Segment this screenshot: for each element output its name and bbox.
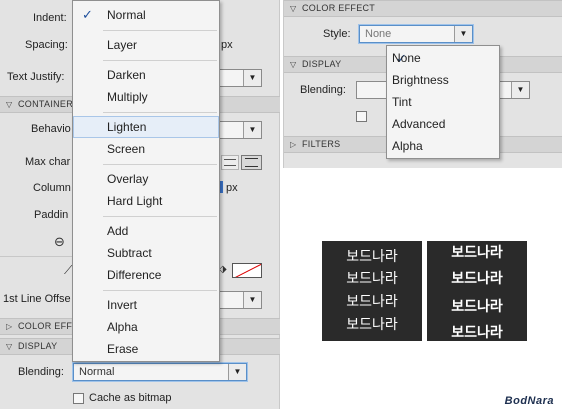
sample-text: 보드나라 <box>451 298 503 314</box>
effect-item-advanced[interactable]: Advanced <box>392 117 445 131</box>
color-effect-section-header[interactable]: ▽ COLOR EFFECT <box>284 0 562 17</box>
link-icon[interactable]: ⊖ <box>54 234 65 250</box>
menu-item-darken[interactable]: Darken <box>73 64 219 86</box>
sample-text: 보드나라 <box>346 293 398 309</box>
menu-item-difference[interactable]: Difference <box>73 264 219 286</box>
menu-separator <box>103 30 217 31</box>
sample-text: 보드나라 <box>346 248 398 264</box>
triangle-down-icon: ▽ <box>290 60 297 69</box>
triangle-down-icon: ▽ <box>6 100 13 109</box>
style-dropdown[interactable]: None ▼ <box>359 25 473 43</box>
effect-item-tint[interactable]: Tint <box>392 95 412 109</box>
first-line-offset-dropdown[interactable]: ▼ <box>218 291 262 309</box>
blending-value: Normal <box>79 366 115 378</box>
indent-label: Indent: <box>33 12 67 24</box>
chevron-down-icon: ▼ <box>243 292 261 308</box>
menu-item-multiply[interactable]: Multiply <box>73 86 219 108</box>
align-lines-button[interactable] <box>241 155 262 170</box>
sample-text: 보드나라 <box>451 244 503 260</box>
behavior-dropdown[interactable]: ▼ <box>218 121 262 139</box>
menu-item-erase[interactable]: Erase <box>73 338 219 360</box>
chevron-down-icon: ▼ <box>228 364 246 380</box>
style-label: Style: <box>323 28 351 40</box>
spacing-label: Spacing: <box>25 39 68 51</box>
effect-item-brightness[interactable]: Brightness <box>392 73 449 87</box>
menu-item-screen[interactable]: Screen <box>73 138 219 160</box>
columns-unit: px <box>226 182 238 194</box>
menu-item-layer[interactable]: Layer <box>73 34 219 56</box>
max-chars-label: Max char <box>25 156 71 168</box>
blending-label: Blending: <box>300 84 346 96</box>
menu-item-lighten[interactable]: Lighten <box>73 116 219 138</box>
menu-item-subtract[interactable]: Subtract <box>73 242 219 264</box>
menu-item-invert[interactable]: Invert <box>73 294 219 316</box>
triangle-right-icon: ▷ <box>290 140 297 149</box>
triangle-right-icon: ▷ <box>6 322 13 331</box>
spacing-unit: px <box>221 39 233 51</box>
menu-item-normal[interactable]: ✓ Normal <box>73 4 219 26</box>
cache-as-bitmap-label: Cache as bitmap <box>89 392 172 404</box>
bold-text-sample: 보드나라 보드나라 보드나라 보드나라 <box>427 241 527 341</box>
effect-item-alpha[interactable]: Alpha <box>392 139 423 153</box>
chevron-down-icon: ▼ <box>511 82 529 98</box>
cache-as-bitmap-checkbox[interactable] <box>356 111 367 122</box>
align-columns-button[interactable] <box>221 155 239 170</box>
menu-separator <box>103 164 217 165</box>
blending-dropdown[interactable]: Normal ▼ <box>73 363 247 381</box>
menu-item-alpha[interactable]: Alpha <box>73 316 219 338</box>
menu-item-overlay[interactable]: Overlay <box>73 168 219 190</box>
sample-text: 보드나라 <box>451 324 503 340</box>
effect-item-none-label[interactable]: None <box>392 51 421 65</box>
menu-separator <box>103 216 217 217</box>
menu-separator <box>103 112 217 113</box>
blending-label: Blending: <box>18 366 64 378</box>
triangle-down-icon: ▽ <box>290 4 297 13</box>
menu-item-add[interactable]: Add <box>73 220 219 242</box>
first-line-offset-label: 1st Line Offse <box>3 293 71 305</box>
triangle-down-icon: ▽ <box>6 342 13 351</box>
blend-mode-menu: ✓ Normal Layer Darken Multiply Lighten S… <box>72 0 220 362</box>
no-color-swatch[interactable] <box>232 263 262 278</box>
watermark-logo: BodNara <box>504 395 554 407</box>
text-justify-label: Text Justify: <box>7 71 65 83</box>
padding-label: Paddin <box>34 209 69 221</box>
checkmark-icon: ✓ <box>82 7 93 22</box>
style-value: None <box>365 28 392 40</box>
sample-text: 보드나라 <box>451 270 503 286</box>
cache-as-bitmap-checkbox[interactable] <box>73 393 84 404</box>
columns-label: Column <box>33 182 71 194</box>
chevron-down-icon: ▼ <box>454 26 472 42</box>
menu-separator <box>103 60 217 61</box>
menu-item-hard-light[interactable]: Hard Light <box>73 190 219 212</box>
sample-text: 보드나라 <box>346 270 398 286</box>
divider <box>0 256 72 257</box>
chevron-down-icon: ▼ <box>243 70 261 86</box>
behavior-label: Behavio <box>31 123 71 135</box>
menu-separator <box>103 290 217 291</box>
chevron-down-icon: ▼ <box>243 122 261 138</box>
regular-text-sample: 보드나라 보드나라 보드나라 보드나라 <box>322 241 422 341</box>
text-justify-dropdown[interactable]: ▼ <box>218 69 262 87</box>
sample-text: 보드나라 <box>346 316 398 332</box>
paint-bucket-icon[interactable]: ⬗ <box>219 264 227 275</box>
